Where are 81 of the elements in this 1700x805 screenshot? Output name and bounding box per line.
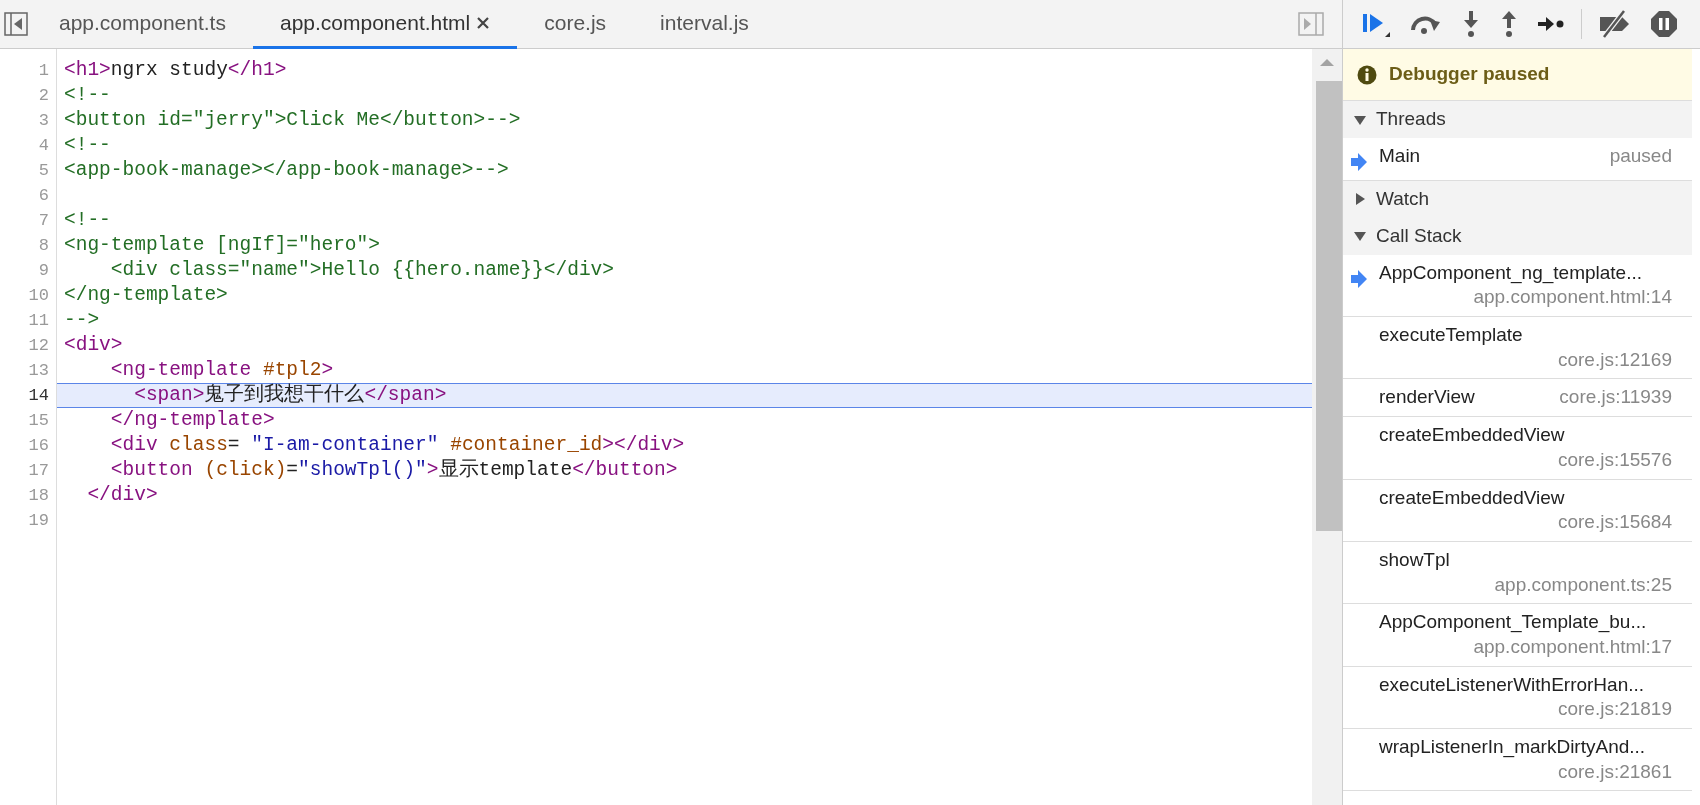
source-location: core.js:21861 — [1557, 759, 1672, 784]
line-number: 13 — [28, 361, 49, 380]
line-number: 12 — [28, 336, 49, 355]
code-line: <button id="jerry">Click Me</button>--> — [64, 109, 521, 131]
call-frame[interactable]: executeListenerWithErrorHan... core.js:21819 — [1343, 666, 1692, 729]
source-location: core.js:11939 — [1559, 385, 1672, 410]
thread-status: paused — [1609, 144, 1672, 168]
line-number: 8 — [38, 236, 49, 255]
section-header[interactable]: Call Stack — [1343, 217, 1692, 255]
banner-text: Debugger paused — [1389, 62, 1550, 87]
file-tab[interactable]: app.component.ts — [32, 0, 253, 49]
panel-toggle-icon[interactable] — [1298, 12, 1324, 36]
line-number: 19 — [28, 511, 49, 530]
line-number: 10 — [28, 286, 49, 305]
call-frame[interactable]: wrapListenerIn_markDirtyAnd... core.js:21861 — [1343, 729, 1692, 792]
source-location: core.js:15576 — [1557, 447, 1672, 472]
function-name: executeTemplate — [1379, 323, 1523, 348]
code-line: <!-- — [64, 134, 111, 156]
file-tab[interactable]: app.component.html — [252, 0, 518, 49]
panel-toggle-icon[interactable] — [4, 12, 28, 36]
code-line: <!-- — [64, 84, 111, 106]
line-number: 17 — [28, 461, 49, 480]
code-line: </div> — [86, 484, 158, 506]
line-number: 18 — [28, 486, 49, 505]
function-name: renderView — [1379, 385, 1475, 410]
code-line: <button (click)="showTpl()">显示template</button> — [109, 459, 678, 481]
file-tab[interactable]: core.js — [517, 0, 634, 49]
line-number: 1 — [38, 61, 49, 80]
function-name: AppComponent_ng_template... — [1379, 260, 1642, 286]
line-number: 15 — [28, 411, 49, 430]
source-location: core.js:21819 — [1557, 697, 1672, 722]
source-location: app.component.html:17 — [1473, 634, 1672, 659]
source-location: app.component.html:14 — [1473, 285, 1672, 310]
code-line: <div class= "I-am-container" #container_id></div> — [109, 434, 685, 456]
call-frame[interactable]: executeTemplate core.js:12169 — [1343, 317, 1692, 380]
code-line: <span>鬼子到我想干什么</span> — [133, 384, 447, 406]
source-location: app.component.ts:25 — [1494, 572, 1672, 597]
code-line: <ng-template [ngIf]="hero"> — [64, 234, 380, 256]
code-line: </ng-template> — [109, 409, 275, 431]
call-frame[interactable]: createEmbeddedView core.js:15576 — [1343, 417, 1692, 480]
function-name: showTpl — [1379, 547, 1450, 572]
code-line: <h1>ngrx study</h1> — [64, 59, 287, 81]
function-name: createEmbeddedView — [1379, 485, 1565, 510]
section-header[interactable]: Threads — [1343, 101, 1692, 138]
line-number: 5 — [38, 161, 49, 180]
code-line: <ng-template #tpl2> — [109, 359, 334, 381]
line-number: 2 — [38, 86, 49, 105]
line-number: 11 — [28, 311, 49, 330]
call-frame[interactable]: AppComponent_Template_bu... app.component.html:17 — [1343, 604, 1692, 667]
close-icon[interactable] — [476, 16, 491, 30]
line-number: 3 — [38, 111, 49, 130]
function-name: AppComponent_Template_bu... — [1379, 610, 1647, 635]
thread-name: Main — [1379, 144, 1421, 168]
code-line: <div class="name">Hello {{hero.name}}</div> — [109, 259, 614, 281]
code-line: </ng-template> — [64, 284, 228, 306]
function-name: executeListenerWithErrorHan... — [1379, 672, 1645, 697]
source-location: core.js:15684 — [1557, 510, 1672, 535]
function-name: createEmbeddedView — [1379, 423, 1565, 448]
line-number: 16 — [28, 436, 49, 455]
code-line: --> — [64, 309, 100, 331]
call-frame[interactable]: renderView core.js:11939 — [1343, 379, 1692, 418]
scrollbar-thumb[interactable] — [1316, 81, 1342, 531]
call-frame[interactable]: AppComponent_ng_template... app.component.html:14 — [1343, 254, 1692, 318]
code-line: <div> — [64, 334, 123, 356]
function-name: wrapListenerIn_markDirtyAnd... — [1379, 735, 1646, 760]
line-number: 6 — [38, 186, 49, 205]
call-frame[interactable]: showTpl app.component.ts:25 — [1343, 541, 1692, 605]
line-number: 7 — [38, 211, 49, 230]
line-number: 9 — [38, 261, 49, 280]
vertical-scrollbar[interactable] — [1312, 49, 1342, 805]
pause-on-exceptions-button[interactable] — [1648, 8, 1680, 40]
source-location: core.js:12169 — [1557, 347, 1672, 372]
call-frame[interactable]: createEmbeddedView core.js:15684 — [1343, 479, 1692, 542]
thread-row[interactable]: Main paused — [1343, 138, 1692, 181]
code-line: <app-book-manage></app-book-manage>--> — [64, 159, 509, 181]
line-number: 14 — [28, 386, 49, 405]
line-number: 4 — [38, 136, 49, 155]
file-tab[interactable]: interval.js — [633, 0, 776, 49]
info-icon — [1357, 64, 1377, 85]
code-line: <!-- — [64, 209, 111, 231]
section-header[interactable]: Watch — [1343, 180, 1692, 218]
